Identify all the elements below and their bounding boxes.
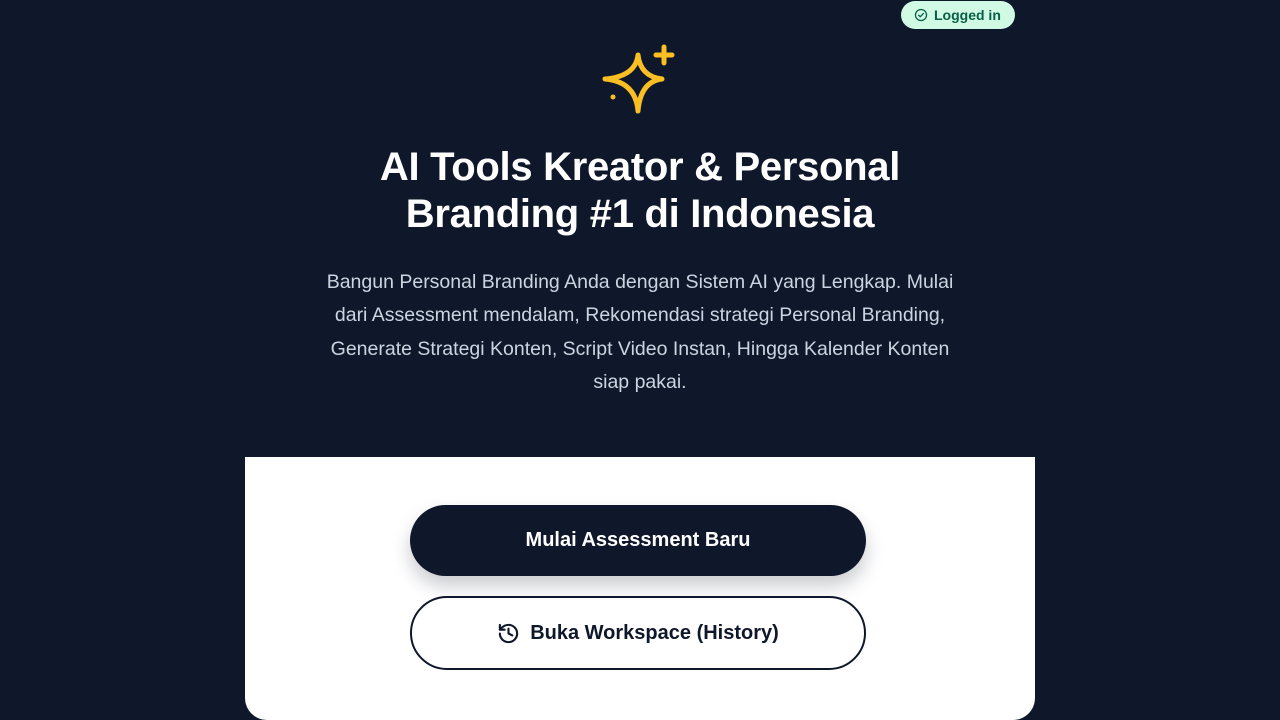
status-label: Logged in	[934, 7, 1001, 23]
start-assessment-button[interactable]: Mulai Assessment Baru	[410, 505, 866, 576]
check-circle-icon	[914, 8, 928, 22]
start-assessment-label: Mulai Assessment Baru	[525, 529, 751, 551]
status-badge: Logged in	[901, 1, 1015, 29]
page: Logged in AI Tools Kreator & Personal Br…	[0, 0, 1280, 720]
main-card: Logged in AI Tools Kreator & Personal Br…	[245, 0, 1035, 720]
hero-title: AI Tools Kreator & Personal Branding #1 …	[379, 145, 901, 236]
hero-description: Bangun Personal Branding Anda dengan Sis…	[326, 271, 954, 393]
hero-section: Logged in AI Tools Kreator & Personal Br…	[245, 0, 1035, 457]
sparkles-icon	[602, 44, 675, 114]
action-panel: Mulai Assessment Baru Buka Workspace (Hi…	[245, 457, 1035, 720]
history-icon	[499, 623, 519, 643]
open-workspace-button[interactable]: Buka Workspace (History)	[410, 596, 866, 670]
open-workspace-label: Buka Workspace (History)	[530, 621, 779, 644]
